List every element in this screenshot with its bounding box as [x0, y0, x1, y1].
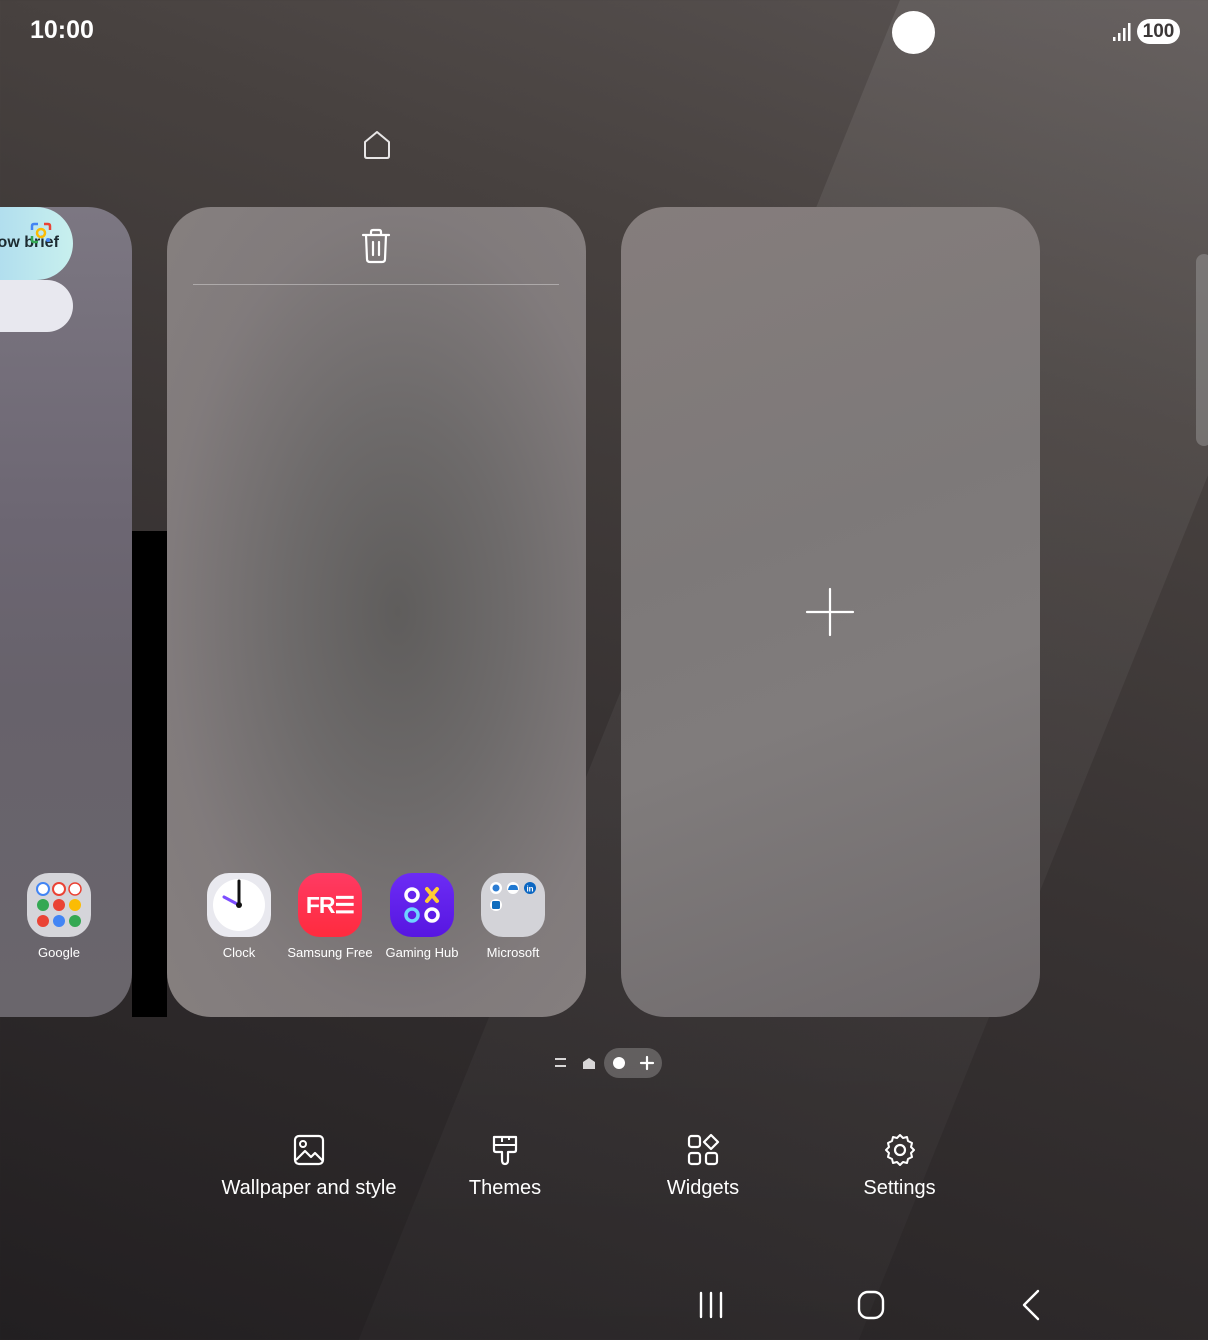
google-search-bar[interactable]	[0, 222, 73, 332]
battery-indicator: 100	[1137, 19, 1180, 44]
page-divider	[193, 284, 559, 285]
wallpaper-and-style-label: Wallpaper and style	[221, 1177, 397, 1199]
app-clock[interactable]: Clock	[194, 873, 284, 960]
svg-text:in: in	[526, 885, 533, 894]
status-time: 10:00	[30, 16, 94, 44]
clock-icon	[207, 873, 271, 937]
signal-icon	[1113, 23, 1131, 41]
set-default-home-icon[interactable]	[361, 128, 393, 160]
camera-cutout	[892, 11, 935, 54]
samsung-free-icon: FR☰	[298, 873, 362, 937]
settings-label: Settings	[863, 1177, 936, 1199]
google-lens-icon[interactable]	[30, 222, 52, 244]
microsoft-folder-icon: in	[481, 873, 545, 937]
home-nav-icon[interactable]	[851, 1285, 891, 1325]
page-indicator[interactable]	[551, 1047, 663, 1079]
gear-icon	[884, 1134, 915, 1166]
app-label: Microsoft	[486, 945, 540, 960]
home-page-indicator-icon	[583, 1058, 595, 1069]
app-label: Gaming Hub	[385, 945, 459, 960]
app-microsoft-folder[interactable]: in Microsoft	[468, 873, 558, 960]
widgets-label: Widgets	[666, 1177, 740, 1199]
themes-label: Themes	[468, 1177, 542, 1199]
home-page-left[interactable]: Now brief	[0, 207, 132, 1017]
themes-brush-icon	[492, 1135, 518, 1166]
themes-button[interactable]: Themes	[455, 1133, 555, 1200]
wallpaper-and-style-button[interactable]: Wallpaper and style	[210, 1133, 408, 1200]
wallpaper-icon	[293, 1134, 325, 1166]
widgets-icon	[687, 1133, 720, 1166]
add-page-indicator-icon	[639, 1055, 655, 1071]
discover-page-indicator-icon	[555, 1058, 566, 1067]
recent-apps-icon[interactable]	[691, 1285, 731, 1325]
app-label: Samsung Free	[287, 945, 373, 960]
settings-button[interactable]: Settings	[846, 1133, 953, 1200]
google-folder-icon	[27, 873, 91, 937]
current-page-dot	[613, 1057, 625, 1069]
back-icon[interactable]	[1012, 1285, 1052, 1325]
microphone-icon[interactable]	[0, 221, 2, 245]
google-folder[interactable]: Google	[14, 873, 104, 960]
gaming-hub-icon	[390, 873, 454, 937]
app-label: Clock	[222, 945, 256, 960]
page-gap	[132, 531, 167, 1017]
edge-panel-handle[interactable]	[1196, 254, 1208, 446]
widgets-button[interactable]: Widgets	[648, 1133, 758, 1200]
app-gaming-hub[interactable]: Gaming Hub	[377, 873, 467, 960]
trash-icon[interactable]	[359, 228, 393, 264]
app-label: Google	[38, 945, 80, 960]
app-samsung-free[interactable]: FR☰ Samsung Free	[285, 873, 375, 960]
add-page-icon[interactable]	[805, 587, 855, 637]
